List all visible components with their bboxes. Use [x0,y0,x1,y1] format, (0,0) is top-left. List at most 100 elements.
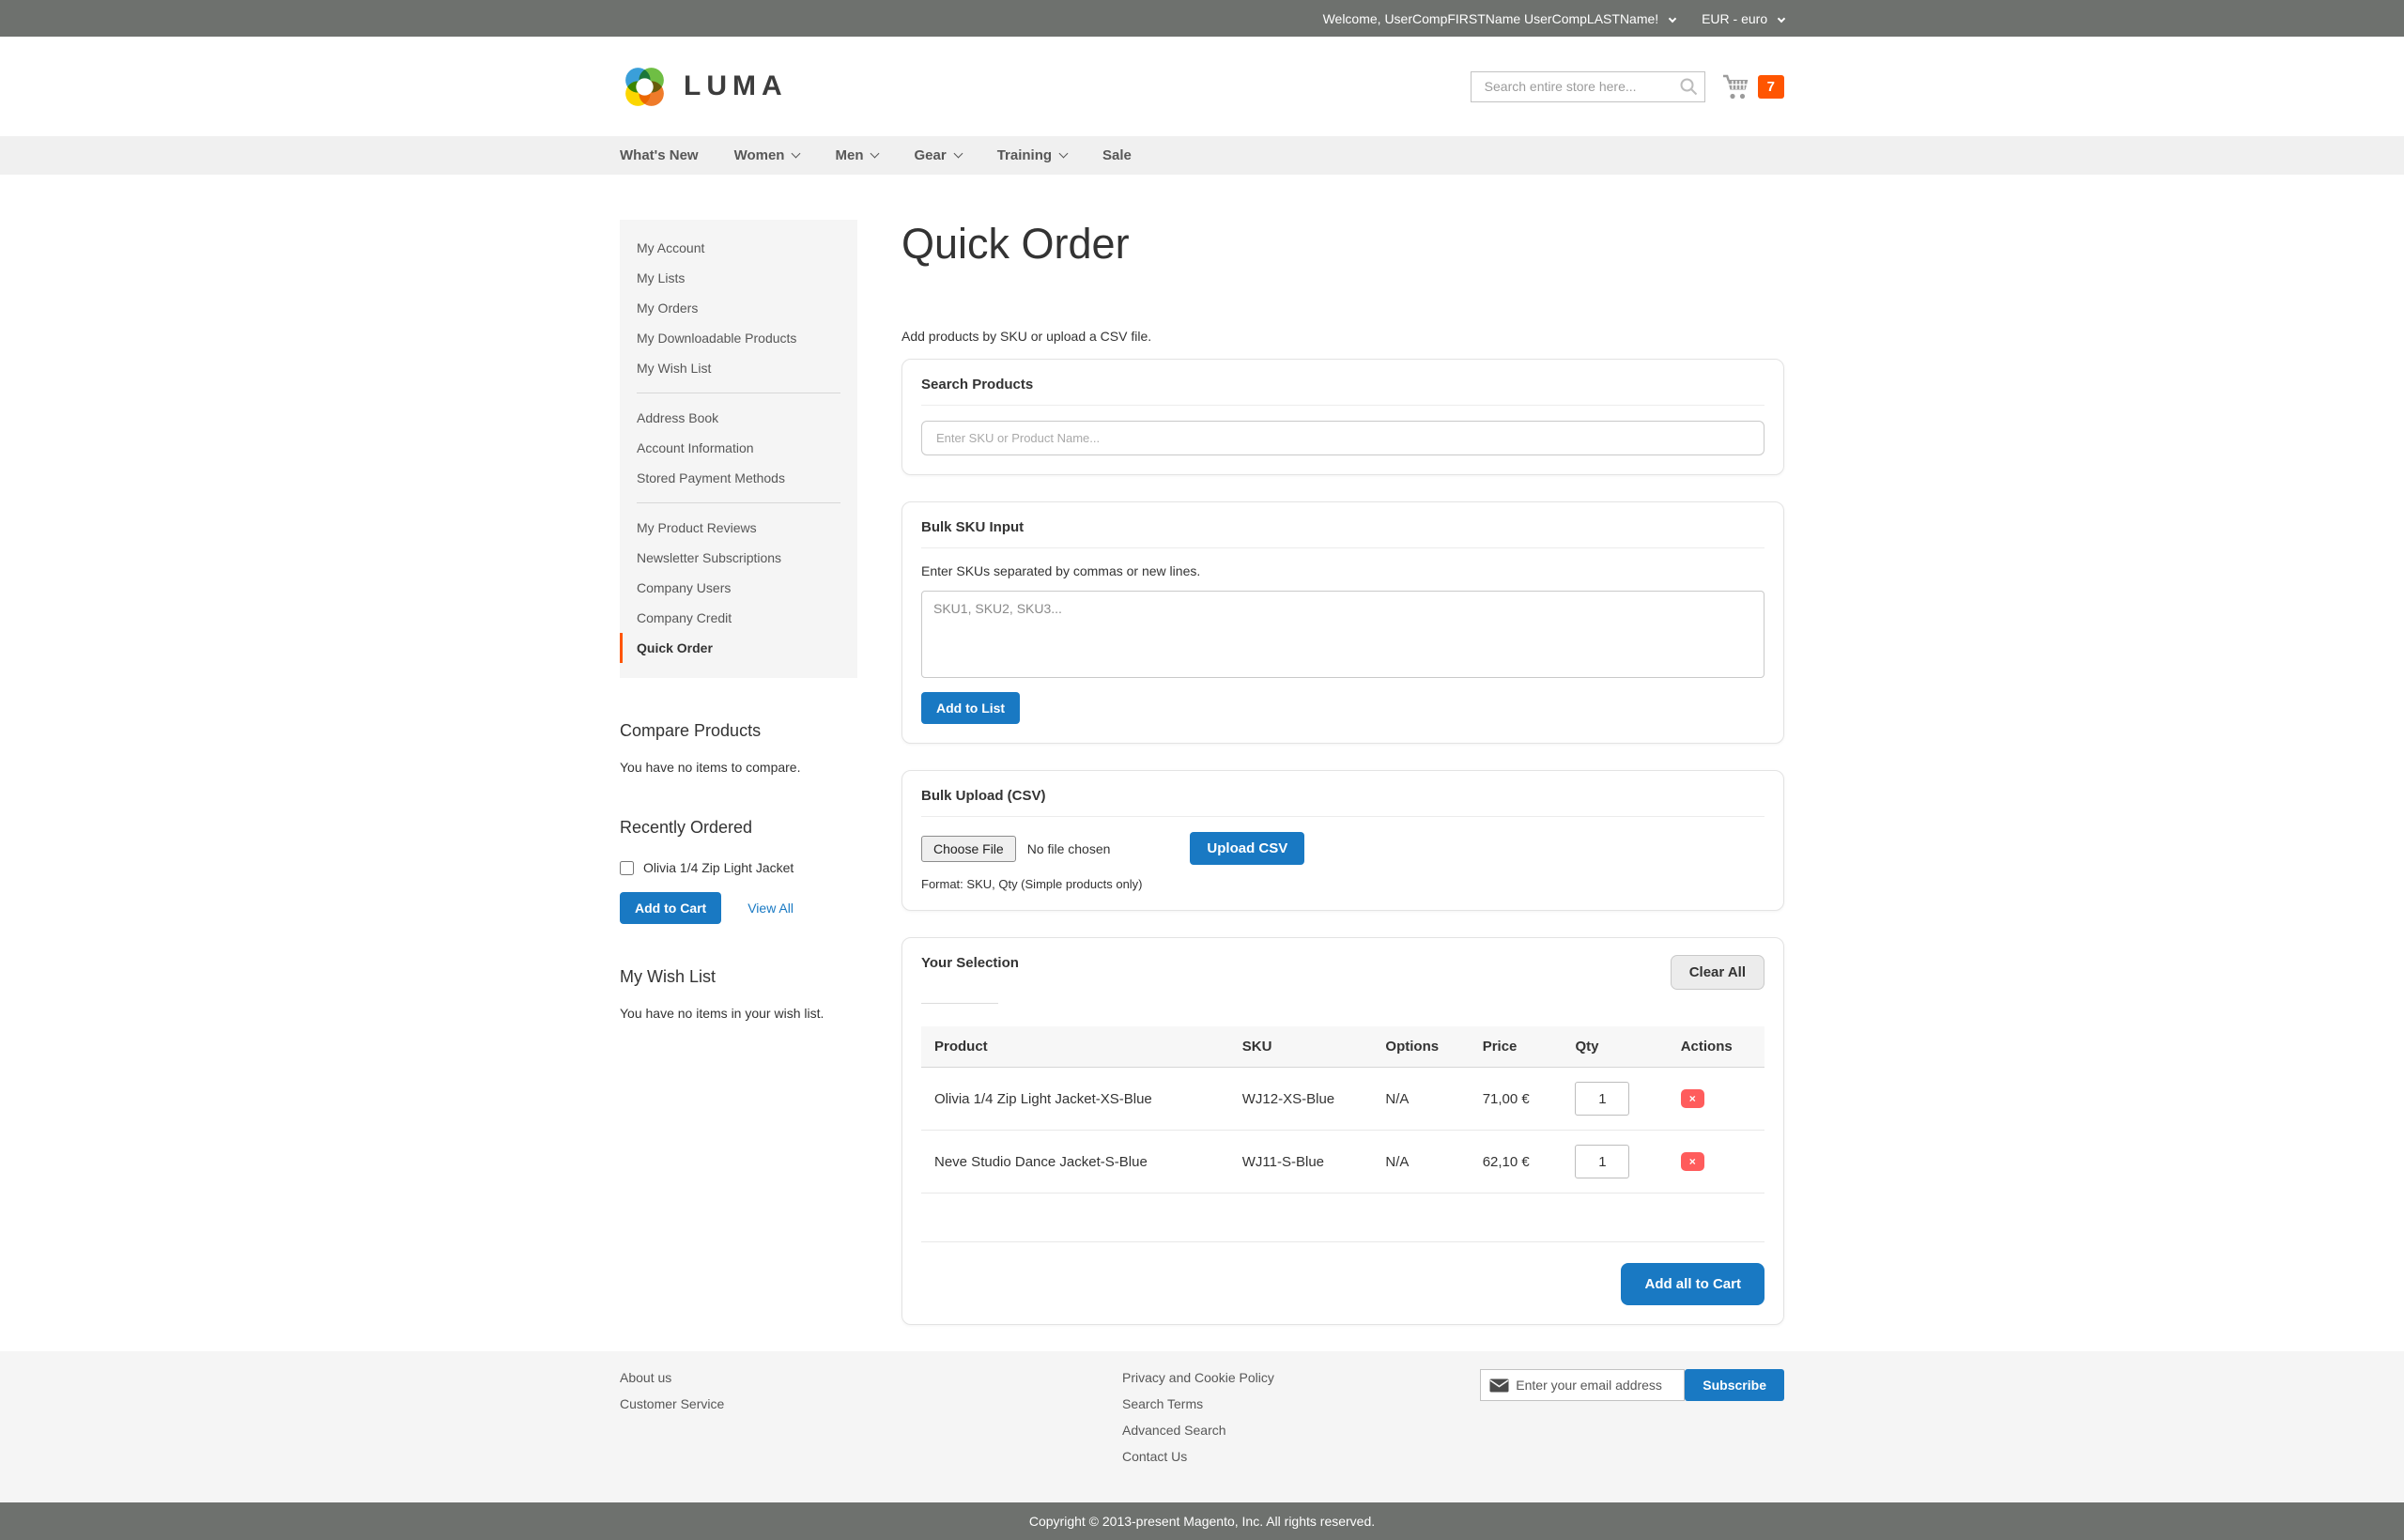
sidebar-item-my-lists[interactable]: My Lists [620,263,857,293]
compare-empty-text: You have no items to compare. [620,760,857,775]
top-bar: Welcome, UserCompFIRSTName UserCompLASTN… [0,0,2404,37]
quick-order-page: Quick Order Add products by SKU or uploa… [902,220,1784,1351]
newsletter-email-input[interactable] [1480,1369,1685,1401]
qty-input[interactable] [1575,1082,1629,1116]
upload-csv-button[interactable]: Upload CSV [1190,832,1304,865]
footer-link-about-us[interactable]: About us [620,1370,671,1385]
search-products-card: Search Products [902,359,1784,475]
remove-item-button[interactable]: × [1681,1089,1704,1108]
nav-item-women[interactable]: Women [734,147,800,163]
column-header-options: Options [1372,1026,1469,1068]
csv-format-hint: Format: SKU, Qty (Simple products only) [921,877,1764,891]
chevron-down-icon [792,149,801,159]
nav-item-training[interactable]: Training [997,147,1067,163]
footer-link-search-terms[interactable]: Search Terms [1122,1396,1203,1411]
selection-table: Product SKU Options Price Qty Actions Ol… [921,1026,1764,1242]
currency-switcher[interactable]: EUR - euro [1702,11,1784,26]
no-file-chosen-text: No file chosen [1027,841,1111,856]
divider [921,405,1764,406]
sku-search-input[interactable] [921,421,1764,455]
sidebar-item-my-product-reviews[interactable]: My Product Reviews [620,513,857,543]
footer-link-customer-service[interactable]: Customer Service [620,1396,724,1411]
remove-item-button[interactable]: × [1681,1152,1704,1171]
sidebar-item-newsletter-subscriptions[interactable]: Newsletter Subscriptions [620,543,857,573]
nav-item-men[interactable]: Men [835,147,878,163]
recent-item-label: Olivia 1/4 Zip Light Jacket [643,860,794,875]
sidebar-item-address-book[interactable]: Address Book [620,403,857,433]
search-input[interactable] [1471,71,1705,102]
sidebar-item-stored-payment-methods[interactable]: Stored Payment Methods [620,463,857,493]
view-all-link[interactable]: View All [747,901,794,916]
nav-item-sale[interactable]: Sale [1102,147,1132,163]
footer-link-contact-us[interactable]: Contact Us [1122,1449,1187,1464]
sidebar-item-my-wish-list[interactable]: My Wish List [620,353,857,383]
minicart-button[interactable]: 7 [1722,73,1784,100]
nav-item-whats-new[interactable]: What's New [620,147,699,163]
add-all-to-cart-button[interactable]: Add all to Cart [1621,1263,1764,1305]
cell-price: 71,00 € [1470,1068,1563,1131]
compare-products-title: Compare Products [620,721,857,741]
clear-all-button[interactable]: Clear All [1671,955,1764,990]
sidebar-item-my-account[interactable]: My Account [620,233,857,263]
copyright-bar: Copyright © 2013-present Magento, Inc. A… [0,1502,2404,1540]
choose-file-button[interactable]: Choose File [921,836,1016,862]
luma-logo-icon [620,62,670,112]
sidebar: My Account My Lists My Orders My Downloa… [620,220,857,1021]
chevron-down-icon [1669,14,1676,22]
add-to-cart-button[interactable]: Add to Cart [620,892,721,924]
table-row: Olivia 1/4 Zip Light Jacket-XS-Blue WJ12… [921,1068,1764,1131]
footer-link-advanced-search[interactable]: Advanced Search [1122,1423,1226,1438]
compare-products-block: Compare Products You have no items to co… [620,721,857,775]
page: Welcome, UserCompFIRSTName UserCompLASTN… [0,0,2404,1540]
chevron-down-icon [953,149,963,159]
main-content: My Account My Lists My Orders My Downloa… [620,175,1784,1351]
luma-logo[interactable]: LUMA [620,62,788,112]
bulk-sku-textarea[interactable] [921,591,1764,678]
your-selection-card: Your Selection Clear All Product SKU Opt… [902,937,1784,1325]
sidebar-item-my-orders[interactable]: My Orders [620,293,857,323]
chevron-down-icon [871,149,880,159]
footer-link-privacy-policy[interactable]: Privacy and Cookie Policy [1122,1370,1274,1385]
sidebar-item-my-downloadable-products[interactable]: My Downloadable Products [620,323,857,353]
cell-sku: WJ11-S-Blue [1229,1131,1373,1194]
subscribe-button[interactable]: Subscribe [1685,1369,1784,1401]
sidebar-item-quick-order[interactable]: Quick Order [623,633,857,663]
logo-text: LUMA [684,70,788,102]
account-navigation: My Account My Lists My Orders My Downloa… [620,220,857,678]
sidebar-item-company-users[interactable]: Company Users [620,573,857,603]
welcome-message: Welcome, UserCompFIRSTName UserCompLASTN… [1323,11,1659,26]
divider [921,547,1764,548]
your-selection-title: Your Selection [921,955,1019,971]
page-title: Quick Order [902,220,1784,269]
cell-product: Neve Studio Dance Jacket-S-Blue [921,1131,1229,1194]
divider [637,502,840,503]
newsletter-block: Subscribe [1480,1369,1784,1401]
cell-options: N/A [1372,1131,1469,1194]
column-header-qty: Qty [1562,1026,1667,1068]
divider [921,1003,998,1004]
recently-ordered-title: Recently Ordered [620,818,857,838]
header: LUMA [0,37,2404,136]
sidebar-item-company-credit[interactable]: Company Credit [620,603,857,633]
sidebar-item-account-information[interactable]: Account Information [620,433,857,463]
nav-item-gear[interactable]: Gear [914,147,961,163]
column-header-price: Price [1470,1026,1563,1068]
column-header-sku: SKU [1229,1026,1373,1068]
table-row: Neve Studio Dance Jacket-S-Blue WJ11-S-B… [921,1131,1764,1194]
close-icon: × [1689,1092,1696,1105]
column-header-actions: Actions [1668,1026,1764,1068]
table-header-row: Product SKU Options Price Qty Actions [921,1026,1764,1068]
qty-input[interactable] [1575,1145,1629,1178]
add-to-list-button[interactable]: Add to List [921,692,1020,724]
chevron-down-icon [1059,149,1069,159]
close-icon: × [1689,1155,1696,1168]
cell-price: 62,10 € [1470,1131,1563,1194]
search-icon[interactable] [1679,77,1699,97]
cell-sku: WJ12-XS-Blue [1229,1068,1373,1131]
customer-menu[interactable]: Welcome, UserCompFIRSTName UserCompLASTN… [1323,11,1676,26]
recent-item-checkbox[interactable] [620,861,634,875]
wish-list-block: My Wish List You have no items in your w… [620,967,857,1021]
column-header-product: Product [921,1026,1229,1068]
currency-label: EUR - euro [1702,11,1767,26]
divider [921,816,1764,817]
